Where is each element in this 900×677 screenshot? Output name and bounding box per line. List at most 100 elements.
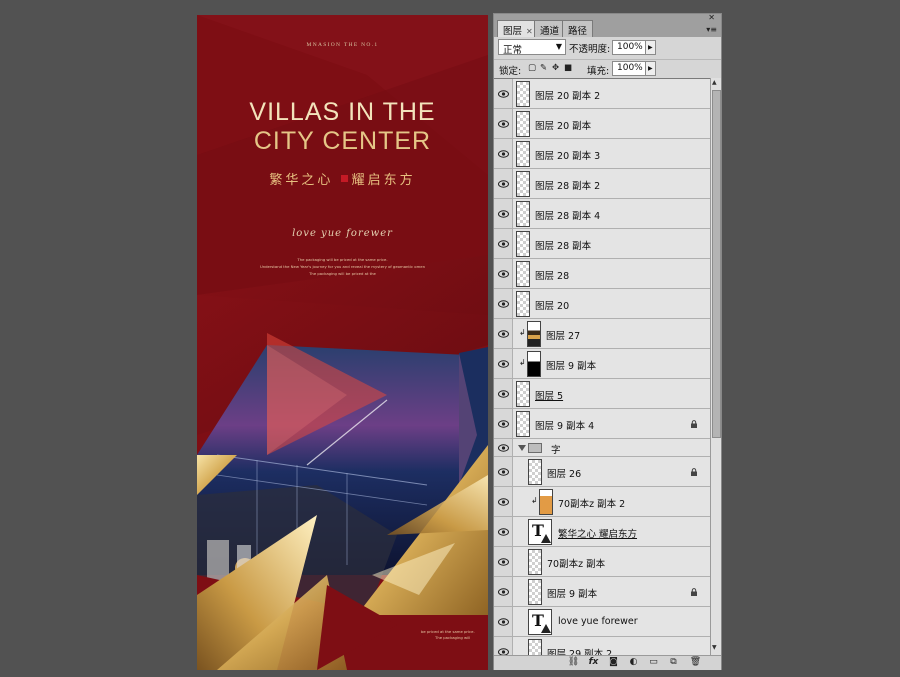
layer-name[interactable]: love yue forewer (558, 616, 638, 627)
layer-name[interactable]: 图层 27 (546, 328, 580, 342)
eye-icon[interactable] (498, 330, 509, 338)
layer-name[interactable]: 图层 9 副本 4 (535, 418, 594, 432)
eye-icon[interactable] (498, 240, 509, 248)
layer-name[interactable]: 图层 9 副本 (546, 358, 596, 372)
eye-icon[interactable] (498, 648, 509, 655)
layer-name[interactable]: 图层 9 副本 (547, 586, 597, 600)
lock-transparent-icon[interactable]: ▢ (528, 63, 536, 73)
layer-row[interactable]: ↲ 图层 9 副本 (494, 349, 710, 379)
layer-thumbnail (516, 291, 530, 317)
layer-row[interactable]: T love yue forewer (494, 607, 710, 637)
layer-group-row[interactable]: 字 (494, 439, 710, 457)
eye-icon[interactable] (498, 618, 509, 626)
tab-paths[interactable]: 路径 (562, 20, 594, 37)
layer-row[interactable]: 图层 28 副本 2 (494, 169, 710, 199)
eye-icon[interactable] (498, 270, 509, 278)
eye-icon[interactable] (498, 150, 509, 158)
layer-name[interactable]: 图层 29 副本 2 (547, 646, 612, 655)
slogan-right: 耀启东方 (351, 173, 416, 188)
lock-all-icon[interactable]: ■ (564, 63, 572, 73)
adjustment-icon[interactable]: ◐ (627, 657, 640, 669)
new-layer-icon[interactable]: ⧉ (667, 657, 680, 669)
slogan-left: 繁华之心 (269, 173, 334, 188)
eye-icon[interactable] (498, 558, 509, 566)
eye-icon[interactable] (498, 420, 509, 428)
eye-icon[interactable] (498, 498, 509, 506)
fill-arrow-icon[interactable]: ▶ (645, 61, 656, 76)
layer-name[interactable]: 图层 28 (535, 268, 569, 282)
eye-icon[interactable] (498, 90, 509, 98)
expand-triangle-icon[interactable] (518, 445, 526, 451)
layer-name[interactable]: 图层 28 副本 2 (535, 178, 600, 192)
layer-name[interactable]: 图层 28 副本 (535, 238, 591, 252)
close-icon[interactable]: ✕ (526, 27, 533, 36)
layer-thumbnail (528, 549, 542, 575)
eye-icon[interactable] (498, 528, 509, 536)
eye-icon[interactable] (498, 120, 509, 128)
eye-icon[interactable] (498, 390, 509, 398)
layer-row[interactable]: 图层 20 副本 3 (494, 139, 710, 169)
mask-icon[interactable]: ◙ (607, 657, 620, 669)
layer-thumbnail (516, 261, 530, 287)
opacity-arrow-icon[interactable]: ▶ (645, 40, 656, 55)
layer-row[interactable]: 图层 26 (494, 457, 710, 487)
layer-row[interactable]: 图层 29 副本 2 (494, 637, 710, 655)
link-icon[interactable]: ⛓ (567, 657, 580, 669)
layer-row[interactable]: 图层 28 副本 (494, 229, 710, 259)
layer-row[interactable]: ↲ 70副本z 副本 2 (494, 487, 710, 517)
layer-row[interactable]: ↲ 图层 27 (494, 319, 710, 349)
layer-row[interactable]: 图层 20 副本 2 (494, 79, 710, 109)
layer-name[interactable]: 图层 28 副本 4 (535, 208, 600, 222)
scroll-up-icon[interactable]: ▲ (712, 79, 721, 89)
layer-name[interactable]: 70副本z 副本 (547, 556, 605, 570)
layer-name[interactable]: 图层 20 (535, 298, 569, 312)
eye-icon[interactable] (498, 180, 509, 188)
scroll-down-icon[interactable]: ▼ (712, 644, 721, 654)
eye-icon[interactable] (498, 468, 509, 476)
layer-name[interactable]: 70副本z 副本 2 (558, 496, 625, 510)
lock-move-icon[interactable]: ✥ (552, 63, 559, 73)
lock-row: 锁定: ▢ ✎ ✥ ■ 填充: 100% ▶ (494, 59, 721, 77)
layer-row[interactable]: 图层 20 副本 (494, 109, 710, 139)
layer-row[interactable]: 70副本z 副本 (494, 547, 710, 577)
blend-mode-select[interactable]: 正常 ▼ (498, 39, 566, 56)
layer-name[interactable]: 图层 5 (535, 388, 563, 402)
panel-close-icon[interactable]: ✕ (708, 13, 715, 22)
layer-thumbnail (539, 489, 553, 515)
layer-row[interactable]: 图层 28 副本 4 (494, 199, 710, 229)
warning-icon (541, 624, 551, 633)
layer-name[interactable]: 图层 26 (547, 466, 581, 480)
layer-row[interactable]: 图层 9 副本 4 (494, 409, 710, 439)
fx-icon[interactable]: fx (587, 657, 600, 669)
eye-icon[interactable] (498, 588, 509, 596)
layer-row[interactable]: 图层 9 副本 (494, 577, 710, 607)
panel-menu-icon[interactable]: ▾≡ (706, 25, 717, 34)
layer-row[interactable]: 图层 28 (494, 259, 710, 289)
eye-icon[interactable] (498, 360, 509, 368)
layer-list[interactable]: 图层 20 副本 2 图层 20 副本 图层 20 副本 3 图层 28 副本 … (494, 78, 710, 655)
layer-name[interactable]: 图层 20 副本 (535, 118, 591, 132)
layer-row[interactable]: T 繁华之心 耀启东方 (494, 517, 710, 547)
tab-channels[interactable]: 通道 (534, 20, 566, 37)
group-name[interactable]: 字 (551, 442, 561, 456)
fill-input[interactable]: 100% (612, 61, 646, 76)
eye-icon[interactable] (498, 300, 509, 308)
scroll-thumb[interactable] (712, 90, 721, 438)
opacity-input[interactable]: 100% (612, 40, 646, 55)
layer-name[interactable]: 图层 20 副本 2 (535, 88, 600, 102)
lock-brush-icon[interactable]: ✎ (540, 63, 547, 73)
poster-canvas[interactable]: MNASION THE NO.1 VILLAS IN THE CITY CENT… (197, 15, 488, 670)
eye-icon[interactable] (498, 210, 509, 218)
trash-icon[interactable]: 🗑 (689, 657, 702, 669)
lock-icon (691, 588, 697, 596)
layer-list-scrollbar[interactable]: ▲ ▼ (710, 78, 721, 655)
folder-icon[interactable]: ▭ (647, 657, 660, 669)
eye-icon[interactable] (498, 444, 509, 452)
layer-name[interactable]: 繁华之心 耀启东方 (558, 526, 637, 540)
tab-layers[interactable]: 图层 ✕ (497, 20, 539, 37)
layer-row[interactable]: 图层 20 (494, 289, 710, 319)
layer-row[interactable]: 图层 5 (494, 379, 710, 409)
blend-row: 正常 ▼ 不透明度: 100% ▶ (494, 37, 721, 58)
layer-thumbnail (516, 171, 530, 197)
layer-name[interactable]: 图层 20 副本 3 (535, 148, 600, 162)
